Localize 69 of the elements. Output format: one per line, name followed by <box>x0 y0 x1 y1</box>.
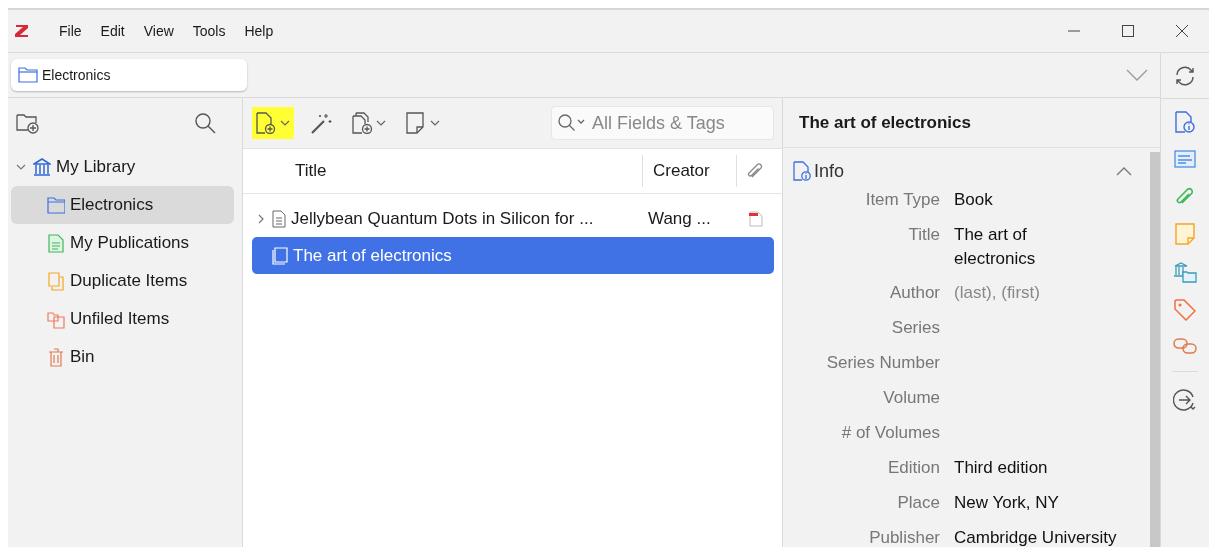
add-attachment-icon <box>352 112 374 134</box>
tab[interactable]: Electronics <box>11 59 247 91</box>
collection-item[interactable]: My Library <box>11 148 234 186</box>
abstract-icon[interactable] <box>1174 149 1196 169</box>
collection-item[interactable]: Unfiled Items <box>11 300 234 338</box>
app-logo-icon <box>14 23 30 39</box>
new-collection-icon[interactable] <box>16 112 40 134</box>
duplicate-icon <box>47 271 65 291</box>
field-value[interactable]: The art of electronics <box>954 223 1064 281</box>
document-icon <box>272 209 286 228</box>
menu-item[interactable]: Edit <box>91 19 135 43</box>
collapse-icon[interactable] <box>1116 166 1132 176</box>
maximize-icon <box>1121 24 1135 38</box>
item-title: The art of electronics <box>293 245 452 266</box>
tag-icon[interactable] <box>1174 299 1196 321</box>
item-title: The art of electronics <box>783 98 1160 148</box>
pdf-icon[interactable] <box>748 210 763 227</box>
field-label: Item Type <box>864 189 940 211</box>
bin-icon <box>47 347 65 367</box>
document-icon <box>47 233 65 253</box>
scrollbar[interactable] <box>1150 152 1160 547</box>
menu-item[interactable]: View <box>134 19 184 43</box>
field-label: Publisher <box>868 527 940 547</box>
link-icon[interactable] <box>1173 337 1197 355</box>
item-row[interactable]: Jellybean Quantum Dots in Silicon for ... Wang ... <box>252 200 774 237</box>
paperclip-icon[interactable] <box>1174 185 1196 207</box>
unfiled-icon <box>47 309 65 329</box>
menu-item[interactable]: Help <box>235 19 284 43</box>
menu-item[interactable]: Tools <box>183 19 236 43</box>
item-title: Jellybean Quantum Dots in Silicon for ... <box>291 208 594 229</box>
book-icon <box>272 246 288 265</box>
section-title: Info <box>814 160 845 182</box>
collection-item[interactable]: Electronics <box>11 186 234 224</box>
field-label: Place <box>896 492 940 514</box>
field-value[interactable]: New York, NY <box>954 491 1059 515</box>
library-folder-icon[interactable] <box>1173 261 1197 283</box>
close-icon <box>1175 24 1189 38</box>
magic-wand-icon <box>310 112 332 134</box>
field-label: # of Volumes <box>840 422 940 444</box>
sync-icon[interactable] <box>1174 65 1196 87</box>
search-icon[interactable] <box>194 112 216 134</box>
folder-icon <box>47 195 65 215</box>
chevron-right-icon[interactable] <box>257 212 265 225</box>
info-icon <box>793 161 811 181</box>
folder-icon <box>18 67 38 83</box>
column-header[interactable]: Creator <box>643 155 737 187</box>
menu-item[interactable]: File <box>50 19 92 43</box>
field-label: Edition <box>887 457 940 479</box>
collection-item[interactable]: My Publications <box>11 224 234 262</box>
field-label: Volume <box>882 387 940 409</box>
collection-item[interactable]: Bin <box>11 338 234 376</box>
item-row[interactable]: The art of electronics <box>252 237 774 274</box>
item-creator: Wang ... <box>648 208 711 229</box>
field-label: Series <box>890 317 940 339</box>
field-value[interactable]: Book <box>954 188 993 212</box>
chevron-down-icon[interactable] <box>1126 69 1148 81</box>
field-value[interactable]: Cambridge University <box>954 526 1117 547</box>
search-field[interactable]: All Fields & Tags <box>551 106 774 140</box>
field-value[interactable]: Third edition <box>954 456 1048 480</box>
column-header[interactable]: Title <box>252 155 643 187</box>
new-item-icon <box>256 112 278 134</box>
library-icon <box>33 157 51 177</box>
info-icon[interactable] <box>1175 111 1195 133</box>
locate-icon[interactable] <box>1173 388 1197 412</box>
field-label: Title <box>907 224 940 246</box>
new-item-button[interactable] <box>252 107 294 139</box>
field-label: Author <box>888 282 940 304</box>
field-label: Series Number <box>825 352 940 374</box>
collection-item[interactable]: Duplicate Items <box>11 262 234 300</box>
